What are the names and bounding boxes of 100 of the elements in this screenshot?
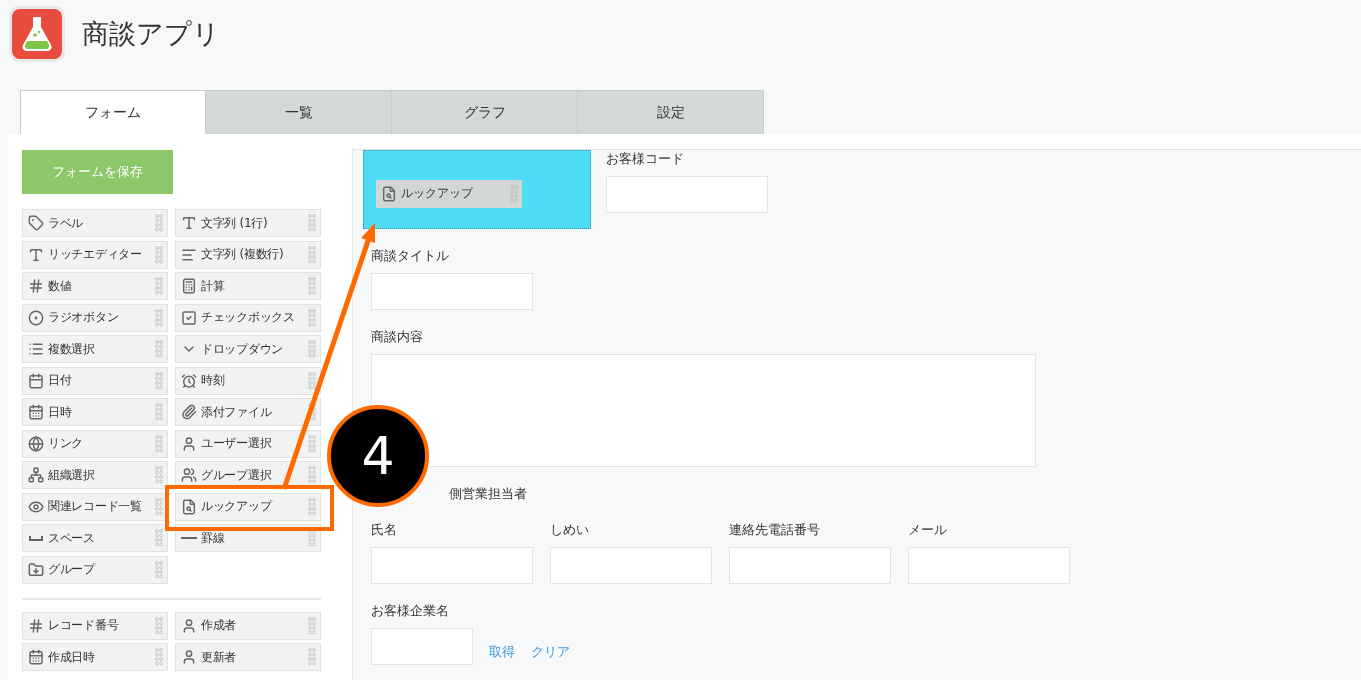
field-palette-item[interactable]: レコード番号 <box>22 611 168 640</box>
drag-handle-icon[interactable] <box>308 648 316 666</box>
field-palette-item[interactable]: スペース <box>22 524 168 552</box>
drag-handle-icon[interactable] <box>308 214 316 232</box>
drag-handle-icon[interactable] <box>155 277 163 295</box>
input-field[interactable] <box>550 547 712 584</box>
drag-handle-icon[interactable] <box>155 340 163 358</box>
input-field[interactable] <box>606 176 768 213</box>
checkbox-icon <box>181 309 197 326</box>
field-label: お客様企業名 <box>371 602 450 620</box>
field-palette-item[interactable]: 日時 <box>22 398 168 426</box>
org-chart-icon <box>28 467 44 483</box>
drag-handle-icon[interactable] <box>155 529 163 547</box>
drag-handle-icon[interactable] <box>308 308 316 327</box>
field-label: 商談内容 <box>371 328 424 346</box>
paperclip-icon <box>181 404 197 420</box>
drag-handle-icon[interactable] <box>155 403 163 421</box>
user-icon <box>181 435 197 452</box>
app-logo-icon <box>8 5 66 63</box>
field-palette-item[interactable]: ルックアップ <box>175 492 321 521</box>
user-icon <box>181 649 197 665</box>
field-palette-item[interactable]: 複数選択 <box>22 335 168 363</box>
drag-handle-icon[interactable] <box>308 340 316 358</box>
field-label: 連絡先電話番号 <box>729 521 821 539</box>
radio-icon <box>28 309 44 326</box>
drag-handle-icon[interactable] <box>155 434 163 453</box>
lookup-icon <box>181 498 197 515</box>
tab[interactable]: フォーム <box>20 90 206 134</box>
drag-handle-icon[interactable] <box>155 616 163 635</box>
field-palette-item[interactable]: ドロップダウン <box>175 335 321 363</box>
drag-handle-icon[interactable] <box>308 616 316 635</box>
users-icon <box>181 467 197 483</box>
field-palette-item[interactable]: ユーザー選択 <box>175 429 321 458</box>
input-field[interactable] <box>729 547 891 584</box>
tag-icon <box>28 215 44 231</box>
group-icon <box>28 561 44 578</box>
drag-handle-icon[interactable] <box>155 497 163 516</box>
field-palette-item[interactable]: 添付ファイル <box>175 398 321 426</box>
section-label: 側営業担当者 <box>449 485 527 503</box>
letter-icon <box>28 246 44 263</box>
drag-handle-icon[interactable] <box>155 308 163 327</box>
drag-handle-icon[interactable] <box>308 529 316 547</box>
drag-handle-icon[interactable] <box>155 648 163 666</box>
field-palette-item[interactable]: 文字列 (複数行) <box>175 240 321 269</box>
list-icon <box>28 341 44 357</box>
tab[interactable]: 設定 <box>578 90 764 134</box>
field-palette-item[interactable]: グループ <box>22 555 168 584</box>
drag-handle-icon[interactable] <box>308 497 316 516</box>
field-palette-item[interactable]: 関連レコード一覧 <box>22 492 168 521</box>
field-palette-item[interactable]: リッチエディター <box>22 240 168 269</box>
space-icon <box>29 535 43 541</box>
line-icon <box>181 537 197 539</box>
alarm-clock-icon <box>181 372 197 389</box>
calendar-icon <box>28 649 44 665</box>
drag-handle-icon[interactable] <box>155 466 163 484</box>
field-palette-item[interactable]: 作成者 <box>175 611 321 640</box>
field-label: 氏名 <box>371 521 398 539</box>
field-palette-item[interactable]: リンク <box>22 429 168 458</box>
field-palette-item[interactable]: 数値 <box>22 272 168 300</box>
field-palette-item[interactable]: 時刻 <box>175 366 321 395</box>
field-label: お客様コード <box>606 150 685 168</box>
tab[interactable]: 一覧 <box>206 90 392 134</box>
globe-icon <box>28 435 44 452</box>
drag-handle-icon[interactable] <box>308 434 316 453</box>
input-field[interactable] <box>371 628 473 665</box>
field-palette-item[interactable]: 更新者 <box>175 643 321 671</box>
field-palette-item[interactable]: ラジオボタン <box>22 303 168 332</box>
app-title: 商談アプリ <box>82 17 220 51</box>
drag-handle-icon[interactable] <box>155 560 163 579</box>
input-field[interactable] <box>371 273 533 310</box>
drag-handle-icon[interactable] <box>308 245 316 264</box>
field-label: メール <box>908 521 948 539</box>
calendar-icon <box>28 372 44 389</box>
drag-handle-icon[interactable] <box>308 371 316 390</box>
field-palette-item[interactable]: 計算 <box>175 272 321 300</box>
lookup-icon <box>381 185 397 202</box>
text-field-icon <box>181 215 197 231</box>
field-palette-item[interactable]: ラベル <box>22 209 168 237</box>
drag-handle-icon[interactable] <box>308 403 316 421</box>
field-palette-item[interactable]: 組織選択 <box>22 461 168 489</box>
field-palette-item[interactable]: 日付 <box>22 366 168 395</box>
dragged-field-item[interactable]: ルックアップ <box>376 179 522 208</box>
field-palette-item[interactable]: 文字列 (1行) <box>175 209 321 237</box>
user-icon <box>181 617 197 634</box>
drag-handle-icon[interactable] <box>308 277 316 295</box>
drag-handle-icon[interactable] <box>155 371 163 390</box>
drag-handle-icon[interactable] <box>308 466 316 484</box>
input-field[interactable] <box>371 547 533 584</box>
input-field[interactable] <box>908 547 1070 584</box>
drag-handle-icon[interactable] <box>155 245 163 264</box>
calendar-icon <box>28 404 44 420</box>
number-icon <box>28 278 44 294</box>
number-icon <box>28 617 44 634</box>
tab[interactable]: グラフ <box>392 90 578 134</box>
calculator-icon <box>181 278 197 294</box>
field-label: しめい <box>550 521 590 539</box>
field-label: 商談タイトル <box>371 247 450 265</box>
field-palette-item[interactable]: 作成日時 <box>22 643 168 671</box>
field-palette-item[interactable]: チェックボックス <box>175 303 321 332</box>
drag-handle-icon[interactable] <box>155 214 163 232</box>
